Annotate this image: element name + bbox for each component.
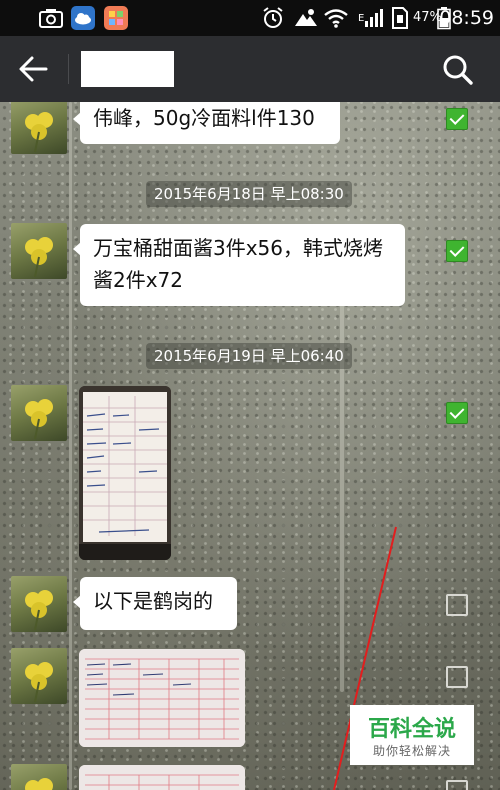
sim-icon: [392, 7, 408, 29]
app-icon: [104, 6, 128, 30]
watermark-subtitle: 助你轻松解决: [372, 744, 451, 758]
red-annotation-line: [333, 526, 397, 790]
watermark-title: 百科全说: [367, 717, 456, 742]
network-type-label: E: [358, 13, 365, 24]
cloud-icon: [71, 6, 95, 30]
back-arrow-icon[interactable]: [14, 53, 54, 85]
search-icon[interactable]: [438, 50, 478, 90]
status-bar: E 47% 08:59: [0, 0, 500, 36]
action-bar-divider: [68, 54, 69, 84]
watermark: 百科全说 助你轻松解决: [350, 705, 474, 765]
alarm-icon: [263, 7, 283, 28]
action-bar: [0, 36, 500, 102]
camera-icon: [39, 9, 63, 28]
wifi-icon: [324, 9, 348, 28]
clock: 08:59: [439, 7, 494, 29]
chat-title: [81, 51, 174, 87]
chat-list[interactable]: 伟峰，50g冷面料l件130 2015年6月18日 早上08:30 万宝桶甜面酱…: [0, 102, 500, 790]
weather-icon: [295, 9, 317, 26]
